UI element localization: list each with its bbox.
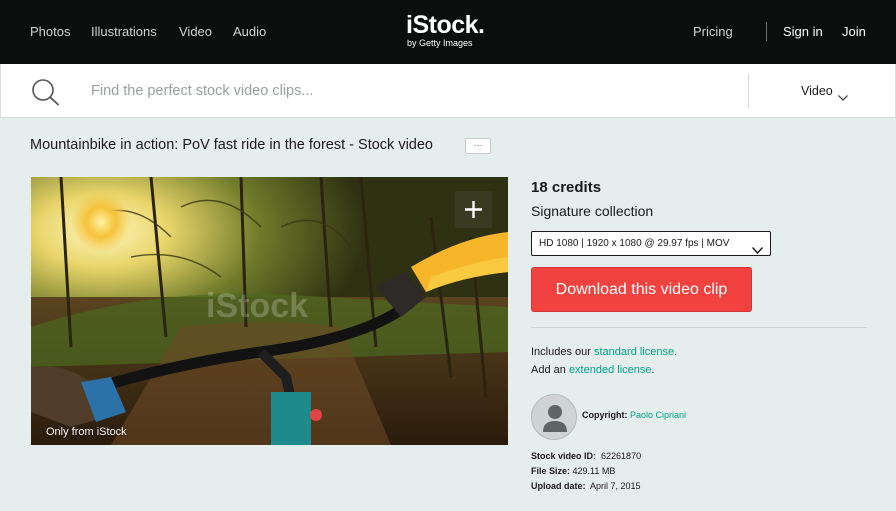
media-type-label: Video — [801, 84, 833, 98]
extended-license-link[interactable]: extended license — [569, 364, 652, 376]
contributor-avatar[interactable] — [531, 394, 577, 440]
logo-tagline: by Getty Images — [407, 38, 473, 48]
search-icon[interactable] — [29, 78, 61, 106]
contributor-name-link[interactable]: Paolo Cipriani — [630, 410, 686, 420]
format-select[interactable]: HD 1080 | 1920 x 1080 @ 29.97 fps | MOV — [531, 231, 771, 256]
istock-logo[interactable]: iStock. by Getty Images — [400, 11, 496, 51]
top-navigation: Photos Illustrations Video Audio iStock.… — [0, 0, 896, 64]
media-type-select[interactable]: Video — [749, 64, 896, 118]
nav-divider — [766, 22, 767, 41]
nav-link-audio[interactable]: Audio — [233, 24, 266, 39]
search-input[interactable] — [91, 80, 711, 102]
stock-id-line: Stock video ID: 62261870 — [531, 451, 642, 461]
add-to-board-button[interactable] — [455, 191, 492, 228]
asset-title: Mountainbike in action: PoV fast ride in… — [30, 137, 433, 153]
extended-license-line: Add an extended license. — [531, 364, 655, 376]
file-size-line: File Size: 429.11 MB — [531, 466, 616, 476]
standard-license-link[interactable]: standard license — [594, 346, 674, 358]
copyright-line: Copyright: Paolo Cipriani — [582, 410, 686, 420]
copyright-label: Copyright: — [582, 410, 628, 420]
exclusive-badge: Only from iStock — [46, 426, 127, 438]
sign-in-link[interactable]: Sign in — [783, 24, 823, 39]
join-link[interactable]: Join — [842, 24, 866, 39]
upload-date-line: Upload date: April 7, 2015 — [531, 481, 641, 491]
user-avatar-icon — [532, 405, 576, 439]
standard-license-line: Includes our standard license. — [531, 346, 678, 358]
upload-date-value: April 7, 2015 — [590, 481, 641, 491]
nav-link-video[interactable]: Video — [179, 24, 212, 39]
plus-icon — [455, 201, 492, 232]
more-options-button[interactable]: ··· — [465, 138, 491, 154]
stock-id-value: 62261870 — [601, 451, 642, 461]
format-selected-value: HD 1080 | 1920 x 1080 @ 29.97 fps | MOV — [539, 238, 730, 249]
file-size-value: 429.11 MB — [572, 466, 616, 476]
search-bar: Video — [0, 64, 896, 118]
video-thumbnail: iStock — [31, 177, 508, 445]
section-divider — [531, 327, 867, 328]
download-button[interactable]: Download this video clip — [531, 267, 752, 312]
chevron-down-icon — [751, 241, 764, 255]
chevron-down-icon — [838, 88, 848, 101]
watermark-text: iStock — [206, 287, 308, 325]
nav-link-illustrations[interactable]: Illustrations — [91, 24, 157, 39]
price-credits: 18 credits — [531, 179, 602, 196]
collection-name: Signature collection — [531, 203, 654, 219]
logo-wordmark: iStock. — [406, 11, 485, 39]
nav-link-photos[interactable]: Photos — [30, 24, 70, 39]
video-preview[interactable]: iStock — [31, 177, 508, 445]
nav-link-pricing[interactable]: Pricing — [693, 24, 733, 39]
